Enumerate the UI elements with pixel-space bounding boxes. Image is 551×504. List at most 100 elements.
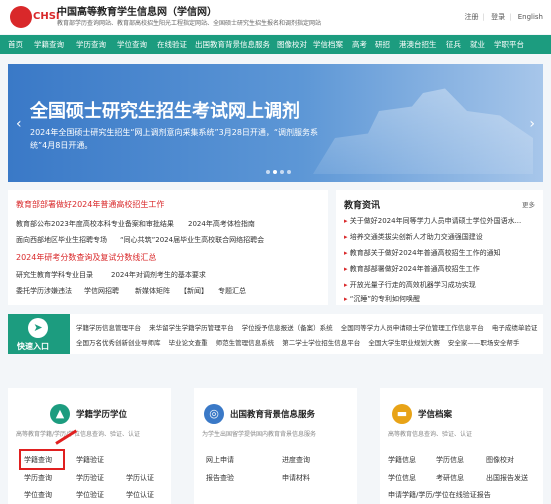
news-headline[interactable]: 教育部部署做好2024年普通高校招生工作	[16, 199, 164, 210]
english-link[interactable]: English	[518, 13, 543, 21]
archive-xueli-link[interactable]: 学历信息	[436, 455, 464, 465]
banner-pagination	[266, 170, 291, 174]
nav-yanzhao[interactable]: 研招	[375, 39, 390, 50]
nav-xuewei[interactable]: 学位查询	[117, 39, 147, 50]
edu-news-item[interactable]: ▸ 教育部部署做好2024年普通高校招生工作	[344, 264, 480, 274]
news-link[interactable]: 【新闻】	[180, 286, 208, 296]
quick-entry-bar: ➤ 快速入口 学籍学历信息管理平台 来华留学生学籍学历管理平台 学位授予信息报送…	[8, 314, 543, 354]
nav-verify[interactable]: 在线验证	[157, 39, 187, 50]
banner-prev-icon[interactable]: ‹	[16, 116, 22, 132]
edu-news-item[interactable]: ▸ 开放光量子行走的高效机器学习成功实现	[344, 280, 476, 290]
highlight-box	[19, 449, 65, 470]
banner-title: 全国硕士研究生招生考试网上调剂	[30, 101, 300, 122]
nav-xuezhi[interactable]: 学职平台	[494, 39, 524, 50]
card-description: 为学生出国留学提供国内教育背景信息服务	[202, 431, 317, 438]
quick-entry-badge: ➤ 快速入口	[8, 314, 70, 354]
archive-verify-report-link[interactable]: 申请学籍/学历/学位在线验证报告	[388, 490, 491, 500]
nav-image-check[interactable]: 图像校对	[277, 39, 307, 50]
nav-xueli[interactable]: 学历查询	[76, 39, 106, 50]
archive-xueji-link[interactable]: 学籍信息	[388, 455, 416, 465]
nav-home[interactable]: 首页	[8, 39, 23, 50]
news-link[interactable]: 学信网招聘	[84, 286, 119, 296]
news-link[interactable]: 新媒体矩阵	[135, 286, 170, 296]
news-link[interactable]: 2024年对调剂考生的基本要求	[111, 270, 206, 280]
archive-xuewei-link[interactable]: 学位信息	[388, 473, 416, 483]
quick-link[interactable]: 第二学士学位招生信息平台	[282, 339, 360, 347]
xuewei-cert-link[interactable]: 学位认证	[126, 490, 154, 500]
banner-dot[interactable]	[280, 170, 284, 174]
card-xueji: ▲ 学籍学历学位 高等教育学籍/学历/学位信息查询、验证、认证 学籍查询 学籍验…	[8, 388, 171, 504]
nav-abroad[interactable]: 出国教育背景信息服务	[195, 39, 270, 50]
logo-text[interactable]: CHSI	[33, 11, 60, 22]
nav-archive[interactable]: 学信档案	[313, 39, 343, 50]
card-title: 学籍学历学位	[76, 410, 128, 420]
xuewei-verify-link[interactable]: 学位验证	[76, 490, 104, 500]
quick-entry-label: 快速入口	[17, 342, 49, 351]
edu-news-item[interactable]: ▸ 教育部关于做好2024年普通高校招生工作的通知	[344, 248, 501, 258]
news-link[interactable]: 教育部公布2023年度高校本科专业备案和审批结果	[16, 219, 174, 229]
edu-news-item[interactable]: ▸ 培养交通类拔尖创新人才助力交通强国建设	[344, 232, 483, 242]
banner-text: 2024年全国硕士研究生招生“网上调剂意向采集系统”3月28日开通，“调剂服务系…	[30, 128, 319, 150]
edu-news-item[interactable]: ▸ 关于做好2024年同等学力人员申请硕士学位外国语水...	[344, 216, 521, 226]
graduation-cap-icon: ▲	[50, 404, 70, 424]
quick-link[interactable]: 全国万名优秀创新创业导师库	[76, 339, 161, 347]
news-link[interactable]: 委托学历涉嫌违法	[16, 286, 72, 296]
site-header: CHSI 中国高等教育学生信息网（学信网） 教育部学历查询网站、教育部高校招生阳…	[0, 0, 551, 34]
nav-jiuye[interactable]: 就业	[470, 39, 485, 50]
quick-link[interactable]: 全国大学生职业规划大赛	[368, 339, 440, 347]
banner-dot[interactable]	[266, 170, 270, 174]
quick-link[interactable]: 毕业论文查重	[169, 339, 208, 347]
archive-image-link[interactable]: 图像校对	[486, 455, 514, 465]
hero-banner[interactable]: 全国硕士研究生招生考试网上调剂 2024年全国硕士研究生招生“网上调剂意向采集系…	[8, 64, 543, 182]
quick-link[interactable]: 来华留学生学籍学历管理平台	[149, 324, 234, 332]
banner-next-icon[interactable]: ›	[529, 116, 535, 132]
xueli-verify-link[interactable]: 学历验证	[76, 473, 104, 483]
archive-kaoyan-link[interactable]: 考研信息	[436, 473, 464, 483]
nav-xueji[interactable]: 学籍查询	[34, 39, 64, 50]
register-link[interactable]: 注册	[465, 13, 479, 21]
news-link[interactable]: 专题汇总	[218, 286, 246, 296]
progress-query-link[interactable]: 进度查询	[282, 455, 310, 465]
top-links: 注册 | 登录 | English	[464, 13, 543, 21]
news-panel: 教育部部署做好2024年普通高校招生工作 教育部公布2023年度高校本科专业备案…	[8, 190, 328, 305]
card-description: 高等教育学籍/学历/学位信息查询、验证、认证	[16, 431, 141, 438]
apply-online-link[interactable]: 网上申请	[206, 455, 234, 465]
nav-gaokao[interactable]: 高考	[352, 39, 367, 50]
xueji-verify-link[interactable]: 学籍验证	[76, 455, 104, 465]
folder-icon: ▬	[392, 404, 412, 424]
send-icon: ➤	[28, 318, 48, 338]
main-nav: 首页 学籍查询 学历查询 学位查询 在线验证 出国教育背景信息服务 图像校对 学…	[0, 35, 551, 54]
archive-abroad-report-link[interactable]: 出国报告发送	[486, 473, 528, 483]
xuewei-query-link[interactable]: 学位查询	[24, 490, 52, 500]
banner-dot-active[interactable]	[273, 170, 277, 174]
globe-icon: ◎	[204, 404, 224, 424]
quick-link[interactable]: 电子成绩单验证	[492, 324, 538, 332]
nav-gangao[interactable]: 港澳台招生	[399, 39, 437, 50]
card-description: 高等教育信息查询、验证、认证	[388, 431, 473, 438]
quick-links-row-1: 学籍学历信息管理平台 来华留学生学籍学历管理平台 学位授予信息报送（备案）系统 …	[76, 322, 543, 332]
materials-link[interactable]: 申请材料	[282, 473, 310, 483]
site-subtitle: 教育部学历查询网站、教育部高校招生阳光工程指定网站、全国硕士研究生招生报名和调剂…	[57, 20, 322, 27]
edu-news-panel: 教育资讯 更多 ▸ 关于做好2024年同等学力人员申请硕士学位外国语水... ▸…	[336, 190, 543, 305]
news-link[interactable]: 研究生教育学科专业目录	[16, 270, 93, 280]
xueli-query-link[interactable]: 学历查询	[24, 473, 52, 483]
xueli-cert-link[interactable]: 学历认证	[126, 473, 154, 483]
site-title[interactable]: 中国高等教育学生信息网（学信网）	[57, 3, 217, 18]
quick-link[interactable]: 全国同等学力人员申请硕士学位管理工作信息平台	[341, 324, 484, 332]
report-check-link[interactable]: 报告查验	[206, 473, 234, 483]
news-headline[interactable]: 2024年研考分数查询及复试分数线汇总	[16, 252, 156, 263]
login-link[interactable]: 登录	[491, 13, 505, 21]
news-link[interactable]: 面向西部地区毕业生招聘专场	[16, 235, 107, 245]
nav-zhengbing[interactable]: 征兵	[446, 39, 461, 50]
chsi-logo-icon[interactable]	[10, 6, 32, 28]
quick-link[interactable]: 学籍学历信息管理平台	[76, 324, 141, 332]
news-link[interactable]: 2024年高考体检指南	[188, 219, 255, 229]
banner-dot[interactable]	[287, 170, 291, 174]
news-link[interactable]: “同心共筑”2024届毕业生高校联合网络招聘会	[120, 235, 264, 245]
quick-link[interactable]: 师范生管理信息系统	[216, 339, 275, 347]
quick-link[interactable]: 安全家——职场安全帮手	[448, 339, 520, 347]
quick-link[interactable]: 学位授予信息报送（备案）系统	[242, 324, 333, 332]
quick-links-row-2: 全国万名优秀创新创业导师库 毕业论文查重 师范生管理信息系统 第二学士学位招生信…	[76, 337, 525, 347]
edu-news-item[interactable]: ▸ “沉睡”的专利如何唤醒	[344, 294, 420, 304]
edu-news-more-link[interactable]: 更多	[522, 199, 535, 209]
